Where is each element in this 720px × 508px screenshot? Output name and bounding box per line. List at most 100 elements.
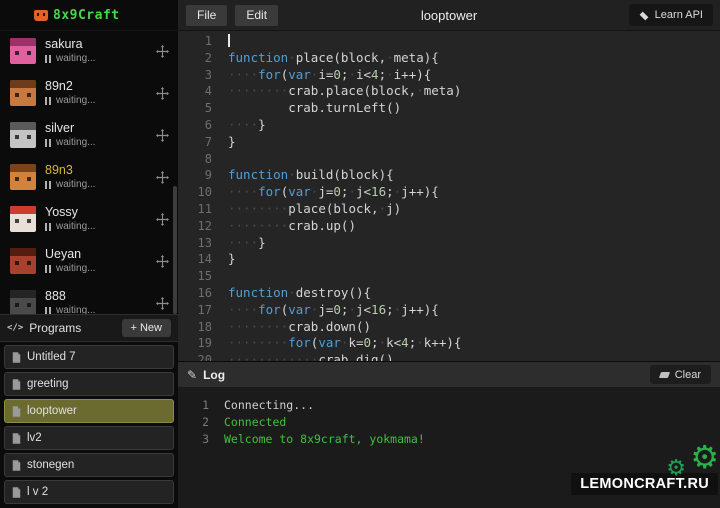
code-line-9[interactable]: 9function·build(block){ [178, 167, 720, 184]
code-line-17[interactable]: 17····for(var·j=0;·j<16;·j++){ [178, 302, 720, 319]
code-token: ( [333, 167, 341, 182]
code-line-4[interactable]: 4········crab.place(block,·meta) [178, 83, 720, 100]
program-item-stonegen[interactable]: stonegen [4, 453, 174, 477]
code-line-16[interactable]: 16function·destroy(){ [178, 285, 720, 302]
crab-logo-icon [34, 10, 48, 21]
player-avatar [10, 290, 36, 314]
code-token: · [416, 335, 424, 350]
player-avatar [10, 38, 36, 64]
pause-icon [45, 55, 51, 63]
new-program-button[interactable]: + New [122, 319, 172, 337]
code-line-18[interactable]: 18········crab.down() [178, 319, 720, 336]
program-label: looptower [27, 405, 77, 417]
player-name: 89n2 [45, 79, 147, 94]
programs-section: </> Programs + New Untitled 7 greeting l… [0, 314, 178, 508]
code-token: = [356, 335, 364, 350]
log-message: Connecting... [224, 397, 314, 414]
log-entry: 3Welcome to 8x9craft, yokmama! [178, 431, 720, 448]
teleport-move-icon[interactable] [156, 255, 169, 268]
code-line-content: function·destroy(){ [212, 285, 371, 302]
scrollbar-thumb[interactable] [173, 186, 177, 314]
code-token: j [401, 302, 409, 317]
teleport-move-icon[interactable] [156, 45, 169, 58]
code-line-3[interactable]: 3····for(var·i=0;·i<4;·i++){ [178, 67, 720, 84]
code-line-12[interactable]: 12········crab.up() [178, 218, 720, 235]
teleport-move-icon[interactable] [156, 213, 169, 226]
code-token: ) [364, 319, 372, 334]
code-token: ········ [228, 83, 288, 98]
teleport-move-icon[interactable] [156, 87, 169, 100]
code-line-13[interactable]: 13····} [178, 235, 720, 252]
player-row-888[interactable]: 888 waiting... [0, 282, 178, 314]
player-row-silver[interactable]: silver waiting... [0, 114, 178, 156]
log-message: Connected [224, 414, 286, 431]
code-line-10[interactable]: 10····for(var·j=0;·j<16;·j++){ [178, 184, 720, 201]
program-file-icon [12, 460, 21, 471]
code-editor[interactable]: 12function·place(block,·meta){3····for(v… [178, 30, 720, 362]
program-item-l-v-2[interactable]: l v 2 [4, 480, 174, 504]
code-token: function [228, 50, 288, 65]
file-menu-button[interactable]: File [186, 5, 227, 26]
program-file-icon [12, 406, 21, 417]
code-line-8[interactable]: 8 [178, 151, 720, 168]
code-line-content: ····} [212, 117, 266, 134]
code-line-content: ········crab.place(block,·meta) [212, 83, 461, 100]
program-item-untitled-7[interactable]: Untitled 7 [4, 345, 174, 369]
clear-log-button[interactable]: Clear [650, 365, 711, 384]
code-line-6[interactable]: 6····} [178, 117, 720, 134]
player-name: silver [45, 121, 147, 136]
code-line-11[interactable]: 11········place(block,·j) [178, 201, 720, 218]
line-number: 13 [178, 235, 212, 252]
edit-menu-button[interactable]: Edit [235, 5, 278, 26]
program-item-lv2[interactable]: lv2 [4, 426, 174, 450]
line-number: 12 [178, 218, 212, 235]
line-number: 9 [178, 167, 212, 184]
player-info: silver waiting... [45, 121, 147, 149]
player-row-ueyan[interactable]: Ueyan waiting... [0, 240, 178, 282]
player-avatar [10, 164, 36, 190]
code-token: ; [386, 184, 394, 199]
teleport-move-icon[interactable] [156, 297, 169, 310]
code-token: ········ [228, 218, 288, 233]
code-token: block [341, 50, 379, 65]
teleport-move-icon[interactable] [156, 171, 169, 184]
learn-api-button[interactable]: Learn API [629, 4, 713, 26]
code-line-content [212, 151, 228, 168]
code-token: < [364, 302, 372, 317]
player-row-sakura[interactable]: sakura waiting... [0, 30, 178, 72]
player-name: 89n3 [45, 163, 147, 178]
player-row-yossy[interactable]: Yossy waiting... [0, 198, 178, 240]
line-number: 18 [178, 319, 212, 336]
code-line-7[interactable]: 7} [178, 134, 720, 151]
code-token: · [379, 201, 387, 216]
code-token: } [258, 117, 266, 132]
player-info: Ueyan waiting... [45, 247, 147, 275]
code-line-15[interactable]: 15 [178, 268, 720, 285]
code-token: ········ [228, 335, 288, 350]
code-token: ···· [228, 184, 258, 199]
program-item-greeting[interactable]: greeting [4, 372, 174, 396]
code-line-2[interactable]: 2function·place(block,·meta){ [178, 50, 720, 67]
code-token: block [333, 201, 371, 216]
code-token: < [364, 67, 372, 82]
code-token: ; [379, 67, 387, 82]
player-list-scrollbar[interactable] [173, 30, 177, 314]
player-row-89n2[interactable]: 89n2 waiting... [0, 72, 178, 114]
player-row-89n3[interactable]: 89n3 waiting... [0, 156, 178, 198]
player-status-text: waiting... [56, 304, 95, 314]
line-number: 17 [178, 302, 212, 319]
code-token: . [318, 100, 326, 115]
code-line-19[interactable]: 19········for(var·k=0;·k<4;·k++){ [178, 335, 720, 352]
code-line-1[interactable]: 1 [178, 33, 720, 50]
program-item-looptower[interactable]: looptower [4, 399, 174, 423]
code-line-5[interactable]: 5 crab.turnLeft() [178, 100, 720, 117]
teleport-move-icon[interactable] [156, 129, 169, 142]
code-token: } [258, 235, 266, 250]
app-logo: 8x9Craft [0, 0, 178, 30]
code-token: , [379, 50, 387, 65]
code-token: { [386, 167, 394, 182]
code-line-14[interactable]: 14} [178, 251, 720, 268]
code-token: ···· [228, 302, 258, 317]
code-token: var [288, 302, 311, 317]
code-token: { [454, 335, 462, 350]
